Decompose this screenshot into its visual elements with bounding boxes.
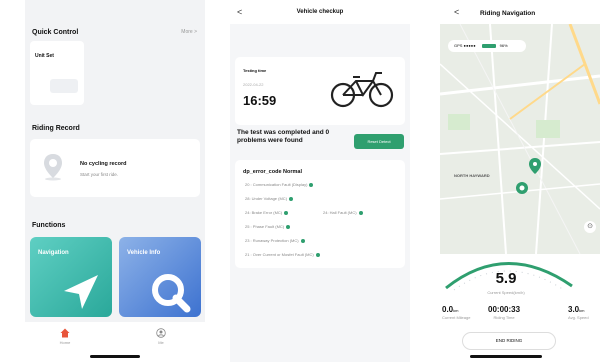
error-label: 21 : Over Current or Mosfet Fault (MC) [245, 252, 314, 257]
gps-label: GPS ●●●●● [454, 43, 476, 48]
navigation-arrow-icon [64, 275, 98, 309]
error-label: 24: Hall Fault (MC) [323, 210, 357, 215]
avg-speed-value: 3.0 [568, 305, 580, 314]
error-row: 23 : Runaway Protection (MC) [245, 238, 305, 246]
no-record-subtext: Start your first ride. [80, 172, 119, 177]
tab-me[interactable]: Me [141, 328, 181, 345]
quick-control-more-link[interactable]: More > [181, 29, 197, 35]
nav-header: < Riding Navigation [440, 0, 600, 24]
battery-icon [481, 43, 496, 48]
error-label: 20 : Communication Fault (Display) [245, 182, 308, 187]
unit-set-card[interactable]: Unit Set [30, 41, 84, 105]
back-button[interactable]: < [454, 7, 459, 17]
error-code-card: dp_error_code Normal 20 : Communication … [235, 160, 405, 268]
page-title: Vehicle checkup [296, 9, 344, 15]
reset-detect-button[interactable]: Reset Detect [354, 134, 404, 149]
testing-time-label: Testing time [243, 68, 267, 73]
location-pin-icon [44, 154, 62, 181]
home-indicator [470, 355, 542, 358]
error-label: 25 : Phase Fault (MC) [245, 224, 285, 229]
avg-speed-unit: km [579, 308, 585, 313]
nav-header: < Vehicle checkup [230, 0, 410, 24]
riding-time-label: Riding Time [493, 315, 515, 320]
functions-title: Functions [32, 222, 66, 229]
error-code-title: dp_error_code Normal [243, 169, 302, 175]
mileage-value: 0.0 [442, 305, 454, 314]
stat-avg-speed: 3.0km Avg. Speed [568, 305, 589, 320]
battery-percent: 96% [499, 43, 508, 48]
riding-navigation-screen: < Riding Navigation GPS ●●●●● 96% NORTH H… [440, 0, 600, 362]
error-row: 21 : Over Current or Mosfet Fault (MC) [245, 252, 320, 260]
vehicle-info-tile-label: Vehicle Info [127, 250, 161, 256]
home-icon [60, 328, 70, 338]
bicycle-icon [330, 72, 394, 108]
status-ok-icon [286, 224, 291, 229]
riding-time-value: 00:00:33 [488, 305, 521, 314]
gps-status-pill: GPS ●●●●● 96% [448, 40, 526, 52]
stat-current-mileage: 0.0km Current Mileage [442, 305, 470, 320]
avg-speed-label: Avg. Speed [568, 315, 589, 320]
tab-home[interactable]: Home [45, 328, 85, 345]
riding-record-card[interactable]: No cycling record Start your first ride. [30, 139, 200, 197]
page-title: Riding Navigation [480, 10, 536, 17]
riding-record-title: Riding Record [32, 125, 80, 132]
error-row: 28: Under Voltage (MC) [245, 196, 294, 204]
tab-me-label: Me [158, 340, 164, 345]
error-row: 25 : Phase Fault (MC) [245, 224, 291, 232]
route-map[interactable] [440, 24, 600, 254]
test-result-text: The test was completed and 0 problems we… [237, 129, 330, 145]
status-ok-icon [358, 210, 363, 215]
testing-time-card: Testing time 2022-04-22 16:59 [235, 57, 405, 125]
error-row: 24: Brake Error (MC) [245, 210, 289, 218]
current-speed-value: 5.9 [495, 270, 517, 287]
home-indicator [90, 355, 140, 358]
navigation-tile[interactable]: Navigation [30, 237, 112, 317]
vehicle-checkup-screen: < Vehicle checkup Testing time 2022-04-2… [230, 0, 410, 362]
error-row: 20 : Communication Fault (Display) [245, 182, 314, 190]
quick-control-title: Quick Control [32, 29, 79, 36]
error-label: 23 : Runaway Protection (MC) [245, 238, 299, 243]
status-ok-icon [289, 196, 294, 201]
status-ok-icon [309, 182, 314, 187]
status-ok-icon [300, 238, 305, 243]
mileage-unit: km [453, 308, 459, 313]
error-label: 24: Brake Error (MC) [245, 210, 283, 215]
map-area-label: NORTH HAYWARD [454, 173, 490, 178]
home-screen: Quick Control More > Unit Set Riding Rec… [25, 0, 205, 362]
testing-date: 2022-04-22 [243, 82, 264, 87]
status-ok-icon [315, 252, 320, 257]
unit-set-icon [50, 79, 78, 93]
current-speed-label: Current Speed(km/h) [487, 290, 525, 295]
no-record-text: No cycling record [80, 161, 127, 167]
error-row: 24: Hall Fault (MC) [323, 210, 363, 218]
stat-riding-time: 00:00:33 Riding Time [488, 305, 520, 320]
vehicle-info-tile[interactable]: Vehicle Info [119, 237, 201, 317]
error-label: 28: Under Voltage (MC) [245, 196, 288, 201]
tab-home-label: Home [59, 340, 71, 345]
magnifier-q-icon [152, 274, 191, 313]
profile-icon [156, 328, 166, 338]
mileage-label: Current Mileage [442, 315, 471, 320]
end-riding-button[interactable]: END RIDING [462, 332, 556, 350]
status-ok-icon [284, 210, 289, 215]
navigation-tile-label: Navigation [38, 250, 69, 256]
bottom-tab-bar: Home Me [25, 322, 205, 362]
testing-time-value: 16:59 [243, 93, 277, 108]
unit-set-label: Unit Set [35, 53, 54, 59]
